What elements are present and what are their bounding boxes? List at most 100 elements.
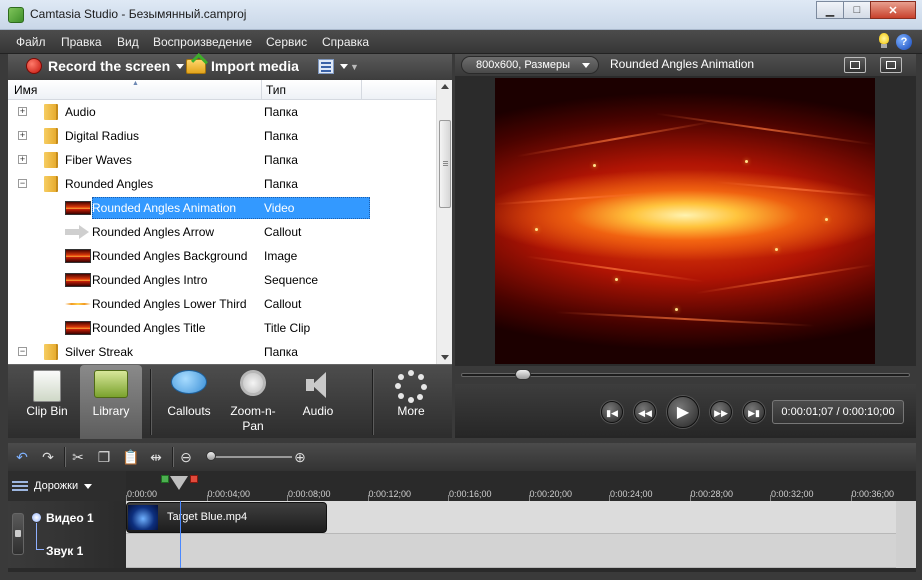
paste-icon[interactable]: 📋 (122, 449, 139, 465)
task-library[interactable]: Library (80, 365, 142, 439)
tree-row[interactable]: − Rounded Angles Папка (8, 172, 436, 196)
redo-icon[interactable]: ↷ (40, 449, 56, 465)
menu-edit[interactable]: Правка (61, 35, 102, 49)
play-button[interactable]: ▶ (667, 396, 699, 428)
canvas-size-dropdown[interactable]: 800x600, Размеры (461, 56, 599, 74)
maximize-button[interactable]: □ (843, 1, 871, 19)
fast-forward-button[interactable]: ▶▶ (710, 401, 732, 423)
tree-row[interactable]: − Silver Streak Папка (8, 340, 436, 364)
tree-item-name: Rounded Angles Background (92, 249, 248, 263)
video-track-label: Видео 1 (46, 511, 94, 525)
magnifier-icon (240, 370, 266, 396)
scroll-up-icon[interactable] (441, 84, 449, 89)
preview-title: Rounded Angles Animation (610, 57, 755, 71)
zoom-slider-handle[interactable] (206, 451, 216, 461)
zoom-slider-track[interactable] (212, 456, 292, 458)
zoom-in-icon[interactable]: ⊕ (292, 449, 308, 465)
menu-playback[interactable]: Воспроизведение (153, 35, 252, 49)
column-type-header[interactable]: Тип (266, 83, 286, 97)
task-audio[interactable]: Audio (288, 365, 348, 439)
task-zoom-n-pan[interactable]: Zoom-n- Pan (222, 365, 284, 439)
menu-help[interactable]: Справка (322, 35, 369, 49)
tree-item-type: Папка (264, 345, 298, 359)
toolbar-overflow-icon[interactable]: ▼ (350, 62, 359, 72)
seek-handle[interactable] (514, 369, 531, 380)
tree-item-name: Rounded Angles (65, 177, 154, 191)
camtasia-app-icon (8, 7, 24, 23)
timeline-tracks: Видео 1 Звук 1 Target Blue.mp4 (8, 501, 916, 568)
clip-toolbar: Record the screen Import media ▼ (8, 54, 452, 80)
close-button[interactable]: ✕ (870, 1, 916, 19)
menu-view[interactable]: Вид (117, 35, 139, 49)
task-label: Audio (302, 404, 334, 418)
help-icon[interactable]: ? (896, 34, 912, 50)
tree-row[interactable]: Rounded Angles Title Title Clip (8, 316, 436, 340)
ruler-tick-label: 0:00:32;00 (771, 489, 814, 499)
undo-icon[interactable]: ↶ (14, 449, 30, 465)
tree-row[interactable]: Rounded Angles Lower Third Callout (8, 292, 436, 316)
skip-to-start-button[interactable]: ▮◀ (601, 401, 623, 423)
import-media-button[interactable]: Import media (186, 58, 299, 74)
tree-row[interactable]: Rounded Angles Background Image (8, 244, 436, 268)
window-controls: ▁ □ ✕ (816, 1, 916, 19)
full-screen-button[interactable] (880, 57, 902, 73)
time-ruler[interactable]: 0:00:00 0:00:04;00 0:00:08;00 0:00:12;00 0:0… (126, 471, 916, 501)
preview-panel: 800x600, Размеры Rounded Angles Animatio… (455, 54, 916, 438)
expand-icon[interactable]: + (18, 131, 27, 140)
collapse-icon[interactable]: − (18, 179, 27, 188)
more-dots-icon (395, 370, 427, 403)
view-mode-button[interactable] (318, 59, 348, 74)
cut-icon[interactable]: ✂ (70, 449, 86, 465)
tree-item-type: Title Clip (264, 321, 311, 335)
tracks-menu[interactable]: Дорожки (12, 480, 93, 492)
timeline-scrollbar[interactable] (896, 501, 916, 568)
minimize-button[interactable]: ▁ (816, 1, 844, 19)
scrollbar-thumb[interactable] (439, 120, 451, 208)
tree-item-type: Папка (264, 105, 298, 119)
scroll-down-icon[interactable] (441, 355, 449, 360)
track-dot-icon (32, 513, 41, 522)
task-callouts[interactable]: Callouts (158, 365, 220, 439)
column-name-header[interactable]: Имя (14, 83, 37, 97)
split-icon[interactable]: ⇹ (148, 449, 164, 465)
lightbulb-icon[interactable] (876, 33, 892, 51)
task-clip-bin[interactable]: Clip Bin (12, 365, 82, 439)
tree-scrollbar[interactable] (436, 80, 452, 364)
zoom-out-icon[interactable]: ⊖ (178, 449, 194, 465)
audio-track-label: Звук 1 (46, 544, 84, 558)
seek-bar[interactable] (455, 366, 916, 384)
menu-tools[interactable]: Сервис (266, 35, 307, 49)
selection-start-marker[interactable] (161, 475, 169, 483)
menu-file[interactable]: Файл (16, 35, 46, 49)
expand-icon[interactable]: + (18, 155, 27, 164)
tree-row[interactable]: + Audio Папка (8, 100, 436, 124)
preview-canvas[interactable] (495, 78, 875, 364)
tree-item-name: Rounded Angles Lower Third (92, 297, 247, 311)
tree-row[interactable]: Rounded Angles Intro Sequence (8, 268, 436, 292)
timeline-header: Дорожки 0:00:00 0:00:04;00 0:00:08;00 0:00:… (8, 471, 916, 501)
fit-canvas-button[interactable] (844, 57, 866, 73)
audio-track-lane[interactable] (126, 534, 896, 568)
skip-to-end-button[interactable]: ▶▮ (743, 401, 765, 423)
timeline-clip[interactable]: Target Blue.mp4 (126, 502, 327, 533)
video-track-lane[interactable]: Target Blue.mp4 (126, 501, 896, 534)
chevron-down-icon (340, 64, 348, 69)
rewind-button[interactable]: ◀◀ (634, 401, 656, 423)
track-lock-icon[interactable] (12, 513, 24, 555)
tree-row[interactable]: + Digital Radius Папка (8, 124, 436, 148)
playhead-handle[interactable] (170, 476, 188, 490)
timeline-hscrollbar[interactable] (8, 568, 916, 572)
copy-icon[interactable]: ❐ (96, 449, 112, 465)
tree-row[interactable]: + Fiber Waves Папка (8, 148, 436, 172)
expand-icon[interactable]: + (18, 107, 27, 116)
tree-row[interactable]: Rounded Angles Arrow Callout (8, 220, 436, 244)
collapse-icon[interactable]: − (18, 347, 27, 356)
task-more[interactable]: More (380, 365, 442, 439)
task-label: More (397, 404, 425, 418)
timeline-toolbar: ↶ ↷ ✂ ❐ 📋 ⇹ ⊖ ⊕ (8, 443, 916, 471)
speaker-icon (306, 370, 330, 400)
record-screen-button[interactable]: Record the screen (26, 58, 185, 74)
fullscreen-icon (886, 61, 896, 69)
selection-end-marker[interactable] (190, 475, 198, 483)
tree-row[interactable]: Rounded Angles Animation Video (8, 196, 436, 220)
